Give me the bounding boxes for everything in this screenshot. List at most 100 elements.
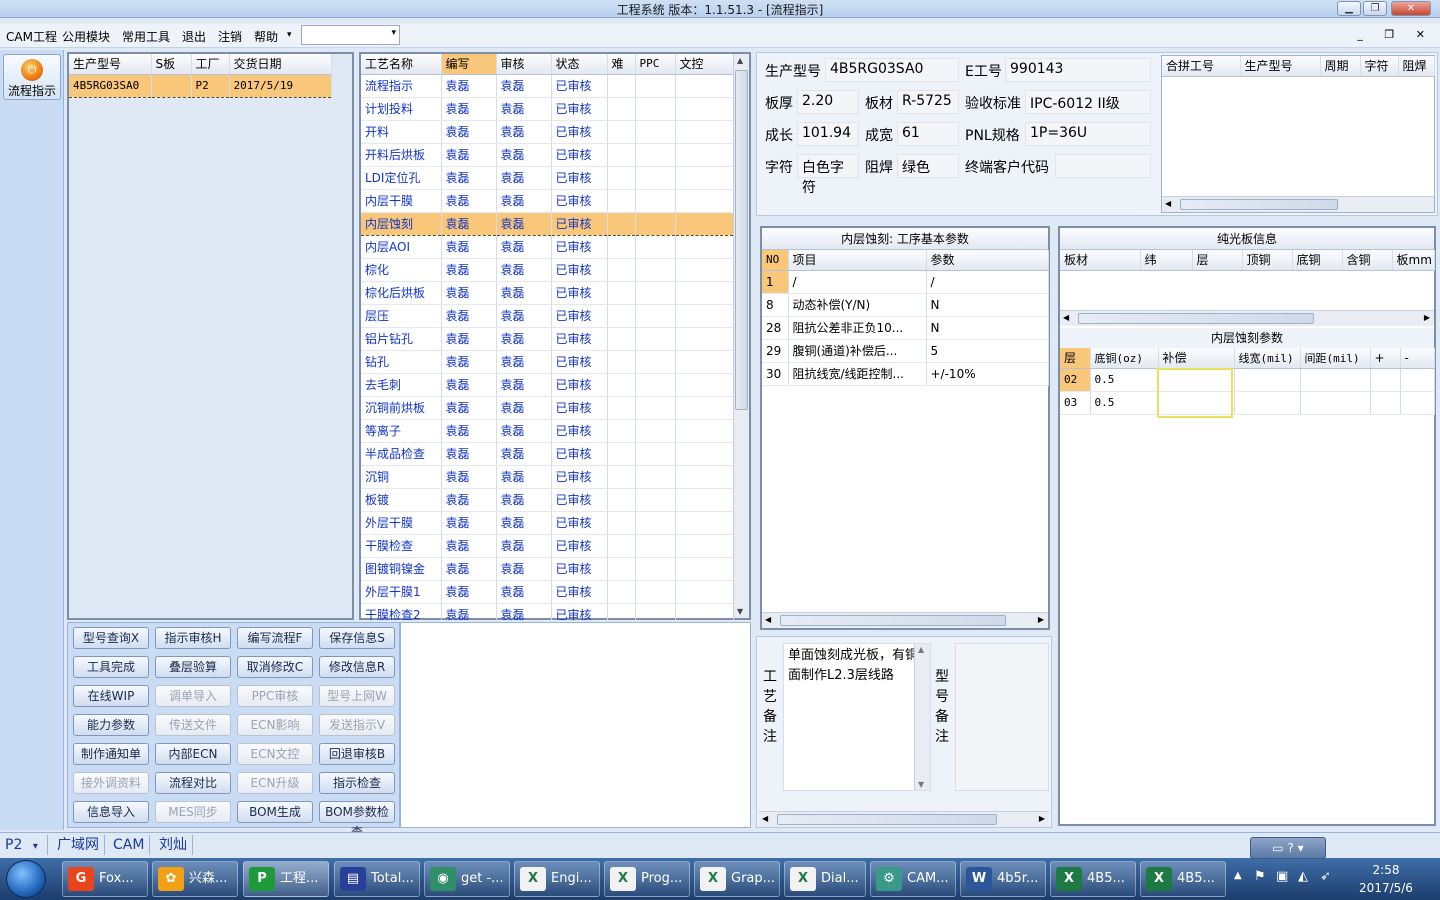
menu-common-modules[interactable]: 公用模块: [62, 28, 110, 45]
scroll-right-icon[interactable]: ▶: [1039, 814, 1045, 823]
menu-combo[interactable]: ▾: [301, 25, 400, 45]
col-reviewer[interactable]: 审核: [496, 54, 552, 75]
process-row[interactable]: 去毛刺 袁磊 袁磊 已审核: [361, 373, 734, 397]
action-button[interactable]: ECN影响: [237, 714, 313, 736]
maximize-button[interactable]: ❐: [1363, 1, 1387, 16]
col-etch-layer[interactable]: 层: [1060, 348, 1091, 369]
action-button[interactable]: 回退审核B: [319, 743, 395, 765]
taskbar-item[interactable]: X Dial...: [784, 861, 866, 897]
minimize-button[interactable]: ▁: [1337, 1, 1361, 16]
process-row[interactable]: 外层干膜 袁磊 袁磊 已审核: [361, 511, 734, 535]
process-row[interactable]: 图镀铜镍金 袁磊 袁磊 已审核: [361, 557, 734, 581]
eng-no-field[interactable]: 990143: [1005, 58, 1151, 82]
remark-scrollbar[interactable]: ▲ ▼: [914, 644, 930, 790]
process-remark-text[interactable]: 单面蚀刻成光板，有铜面制作L2.3层线路: [783, 643, 931, 791]
param-row[interactable]: 30 阻抗线宽/线距控制... +/-10%: [762, 362, 1049, 386]
scroll-down-icon[interactable]: ▼: [918, 780, 924, 789]
taskbar-item[interactable]: G Fox...: [62, 861, 148, 897]
etch-cell[interactable]: [1400, 368, 1435, 392]
action-button[interactable]: 在线WIP: [73, 685, 149, 707]
process-row[interactable]: 流程指示 袁磊 袁磊 已审核: [361, 74, 734, 98]
taskbar-item[interactable]: X Grap...: [694, 861, 780, 897]
menu-cam[interactable]: CAM工程: [6, 28, 57, 45]
action-button[interactable]: 内部ECN: [155, 743, 231, 765]
scroll-right-icon[interactable]: ▶: [1038, 615, 1044, 624]
col-etch-base-cu[interactable]: 底铜(oz): [1090, 348, 1159, 369]
action-button[interactable]: 修改信息R: [319, 656, 395, 678]
taskbar-item[interactable]: X 4B5...: [1140, 861, 1226, 897]
model-remark-text[interactable]: [955, 643, 1049, 791]
col-merge-mask[interactable]: 阻焊: [1398, 56, 1435, 77]
material-field[interactable]: R-5725: [897, 90, 959, 114]
action-button[interactable]: 传送文件: [155, 714, 231, 736]
process-row[interactable]: 干膜检查 袁磊 袁磊 已审核: [361, 534, 734, 558]
action-button[interactable]: 信息导入: [73, 801, 149, 823]
part-no-field[interactable]: 4B5RG03SA0: [825, 58, 959, 82]
col-bare-layer[interactable]: 层: [1192, 250, 1243, 271]
col-delivery-date[interactable]: 交货日期: [229, 54, 332, 75]
scroll-up-icon[interactable]: ▲: [918, 645, 924, 654]
process-scrollbar[interactable]: ▲ ▼: [733, 54, 749, 618]
clock-time[interactable]: 2:58: [1348, 863, 1424, 877]
taskbar-item[interactable]: X Prog...: [604, 861, 690, 897]
col-merge-cycle[interactable]: 周期: [1320, 56, 1361, 77]
action-button[interactable]: 型号上网W: [319, 685, 395, 707]
taskbar-item[interactable]: X Engi...: [514, 861, 600, 897]
thickness-field[interactable]: 2.20: [797, 90, 859, 114]
action-button[interactable]: PPC审核: [237, 685, 313, 707]
etch-cell[interactable]: [1370, 391, 1401, 415]
col-etch-comp[interactable]: 补偿: [1158, 348, 1235, 369]
action-button[interactable]: 叠层验算: [155, 656, 231, 678]
etch-row[interactable]: 02 0.5: [1060, 368, 1435, 392]
action-button[interactable]: BOM生成: [237, 801, 313, 823]
menu-help[interactable]: 帮助: [254, 28, 278, 45]
col-bare-cu[interactable]: 含铜: [1342, 250, 1393, 271]
process-row[interactable]: 半成品检查 袁磊 袁磊 已审核: [361, 442, 734, 466]
taskbar-item[interactable]: W 4b5r...: [960, 861, 1046, 897]
bare-scroll-thumb[interactable]: [1078, 313, 1314, 324]
flow-indicator-button[interactable]: ⏻ 流程指示: [3, 54, 61, 100]
col-bare-top-cu[interactable]: 顶铜: [1242, 250, 1293, 271]
action-button[interactable]: 流程对比: [155, 772, 231, 794]
product-row[interactable]: 4B5RG03SA0 P2 2017/5/19: [69, 73, 332, 98]
scroll-left-icon[interactable]: ◀: [1165, 199, 1171, 208]
col-no[interactable]: NO: [762, 250, 789, 271]
scroll-up-icon[interactable]: ▲: [737, 56, 743, 65]
etch-cell[interactable]: [1400, 391, 1435, 415]
process-row[interactable]: 内层干膜 袁磊 袁磊 已审核: [361, 189, 734, 213]
col-bare-weft[interactable]: 纬: [1140, 250, 1193, 271]
scroll-left-icon[interactable]: ◀: [1063, 313, 1069, 322]
action-button[interactable]: 制作通知单: [73, 743, 149, 765]
action-button[interactable]: 发送指示V: [319, 714, 395, 736]
col-bare-bottom-cu[interactable]: 底铜: [1292, 250, 1343, 271]
col-status[interactable]: 状态: [551, 54, 608, 75]
process-row[interactable]: 棕化 袁磊 袁磊 已审核: [361, 258, 734, 282]
col-ppc[interactable]: PPC: [635, 54, 676, 75]
action-button[interactable]: ECN文控: [237, 743, 313, 765]
param-row[interactable]: 1//: [762, 270, 1049, 294]
col-etch-plus[interactable]: +: [1370, 348, 1401, 369]
taskbar-item[interactable]: ◉ get -...: [424, 861, 510, 897]
col-etch-line-width[interactable]: 线宽(mil): [1234, 348, 1301, 369]
scroll-left-icon[interactable]: ◀: [765, 615, 771, 624]
etch-cell[interactable]: [1370, 368, 1401, 392]
col-doc-control[interactable]: 文控: [675, 54, 734, 75]
start-button[interactable]: [6, 860, 46, 898]
taskbar-item[interactable]: P 工程...: [243, 861, 329, 897]
scroll-thumb[interactable]: [735, 70, 748, 410]
process-row[interactable]: 层压 袁磊 袁磊 已审核: [361, 304, 734, 328]
process-row[interactable]: 棕化后烘板 袁磊 袁磊 已审核: [361, 281, 734, 305]
process-row[interactable]: 计划投料 袁磊 袁磊 已审核: [361, 97, 734, 121]
action-button[interactable]: 取消修改C: [237, 656, 313, 678]
col-merge-legend[interactable]: 字符: [1360, 56, 1399, 77]
process-row[interactable]: 铝片钻孔 袁磊 袁磊 已审核: [361, 327, 734, 351]
remarks-scroll-thumb[interactable]: [777, 814, 997, 825]
action-button[interactable]: 接外调资料: [73, 772, 149, 794]
comp-cell-highlight[interactable]: [1157, 368, 1233, 418]
action-button[interactable]: BOM参数检查: [319, 801, 395, 839]
pnl-field[interactable]: 1P=36U: [1025, 122, 1151, 146]
process-row[interactable]: 内层AOI 袁磊 袁磊 已审核: [361, 235, 734, 259]
col-param[interactable]: 参数: [926, 250, 1049, 271]
action-button[interactable]: 编写流程F: [237, 627, 313, 649]
col-bare-mm[interactable]: 板mm: [1392, 250, 1435, 271]
